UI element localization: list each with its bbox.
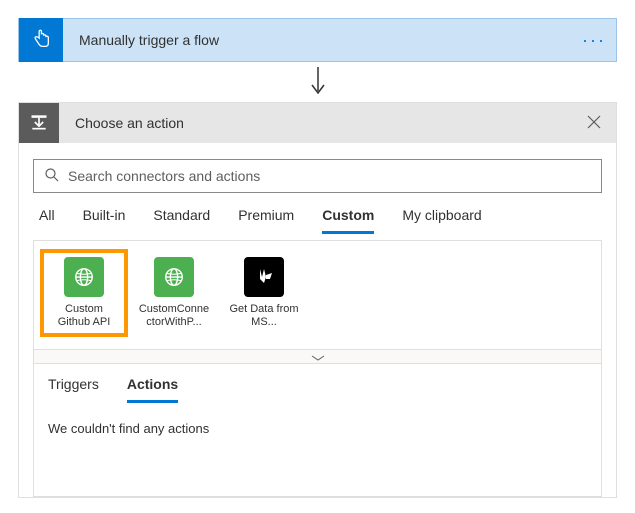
choose-action-title: Choose an action: [59, 115, 572, 131]
search-box[interactable]: [33, 159, 602, 193]
triggers-actions-tabs: Triggers Actions: [34, 363, 601, 403]
globe-icon: [154, 257, 194, 297]
trigger-icon-box: [19, 18, 63, 62]
connector-get-data-ms[interactable]: Get Data from MS...: [228, 257, 300, 329]
connector-customconnector-p[interactable]: CustomConnectorWithP...: [138, 257, 210, 329]
choose-action-panel: Choose an action: [18, 102, 617, 498]
tab-standard[interactable]: Standard: [153, 207, 210, 234]
empty-actions-message: We couldn't find any actions: [34, 403, 601, 496]
highlight-selection: Custom Github API: [40, 249, 128, 337]
globe-icon: [64, 257, 104, 297]
ellipsis-icon: ···: [582, 30, 606, 51]
action-header-icon-box: [19, 103, 59, 143]
trigger-card[interactable]: Manually trigger a flow ···: [18, 18, 617, 62]
connector-label: Custom Github API: [48, 303, 120, 329]
tab-premium[interactable]: Premium: [238, 207, 294, 234]
add-action-icon: [29, 112, 49, 135]
connector-area: Custom Github API: [33, 240, 602, 497]
search-input[interactable]: [68, 168, 591, 184]
choose-action-body: All Built-in Standard Premium Custom My …: [19, 143, 616, 497]
choose-action-header: Choose an action: [19, 103, 616, 143]
flow-connector-arrow: [18, 62, 617, 102]
subtab-triggers[interactable]: Triggers: [48, 376, 99, 403]
expand-collapse-bar[interactable]: [34, 349, 601, 363]
connector-label: Get Data from MS...: [228, 303, 300, 329]
category-tabs: All Built-in Standard Premium Custom My …: [33, 193, 602, 234]
tab-builtin[interactable]: Built-in: [83, 207, 126, 234]
connector-grid: Custom Github API: [34, 241, 601, 349]
connector-custom-github-api[interactable]: Custom Github API: [48, 257, 120, 329]
peace-hand-icon: [244, 257, 284, 297]
connector-label: CustomConnectorWithP...: [138, 303, 210, 329]
close-icon: [587, 113, 601, 134]
subtab-actions[interactable]: Actions: [127, 376, 178, 403]
tab-clipboard[interactable]: My clipboard: [402, 207, 481, 234]
tab-all[interactable]: All: [39, 207, 55, 234]
tab-custom[interactable]: Custom: [322, 207, 374, 234]
chevron-down-icon: [310, 349, 326, 365]
manual-trigger-icon: [30, 28, 52, 53]
trigger-title: Manually trigger a flow: [63, 32, 572, 48]
trigger-more-menu[interactable]: ···: [572, 30, 616, 51]
close-button[interactable]: [572, 113, 616, 134]
search-icon: [44, 167, 60, 186]
